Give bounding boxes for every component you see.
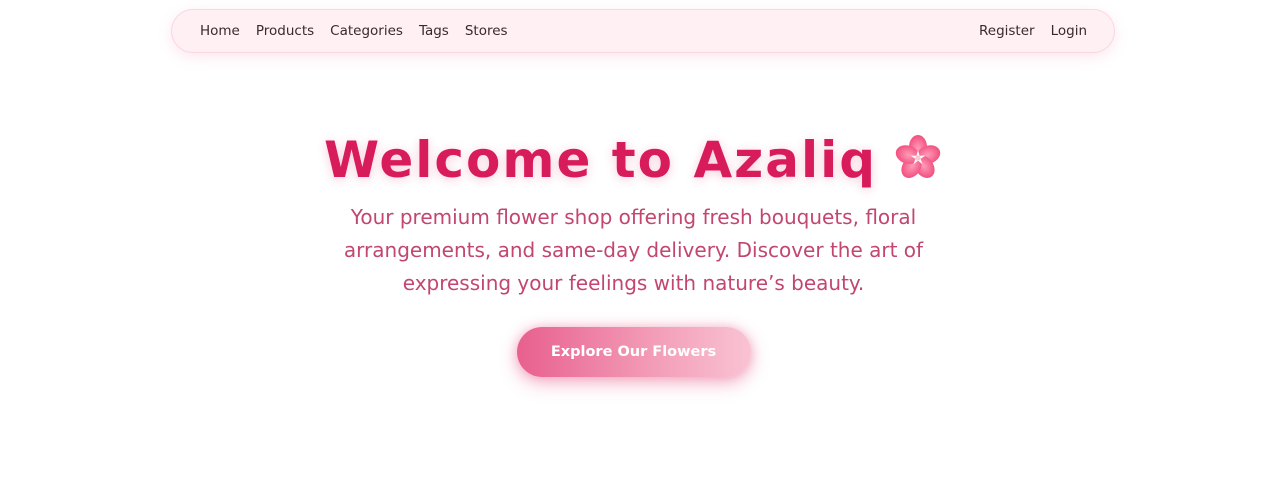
nav-link-stores[interactable]: Stores [465, 23, 508, 39]
nav-link-register[interactable]: Register [979, 23, 1035, 39]
top-navbar: Home Products Categories Tags Stores Reg… [171, 9, 1115, 53]
nav-link-login[interactable]: Login [1051, 23, 1087, 39]
nav-right-group: Register Login [979, 23, 1087, 39]
nav-link-products[interactable]: Products [256, 23, 314, 39]
nav-left-group: Home Products Categories Tags Stores [200, 23, 508, 39]
cherry-blossom-icon [893, 131, 943, 181]
hero-section: Welcome to Azaliq Your premium flower sh… [0, 125, 1267, 377]
nav-link-tags[interactable]: Tags [419, 23, 449, 39]
hero-subtitle: Your premium flower shop offering fresh … [343, 205, 924, 295]
nav-link-home[interactable]: Home [200, 23, 240, 39]
hero-title: Welcome to Azaliq [0, 125, 1267, 195]
explore-flowers-button[interactable]: Explore Our Flowers [516, 327, 751, 377]
hero-title-text: Welcome to Azaliq [323, 131, 878, 189]
nav-link-categories[interactable]: Categories [330, 23, 403, 39]
